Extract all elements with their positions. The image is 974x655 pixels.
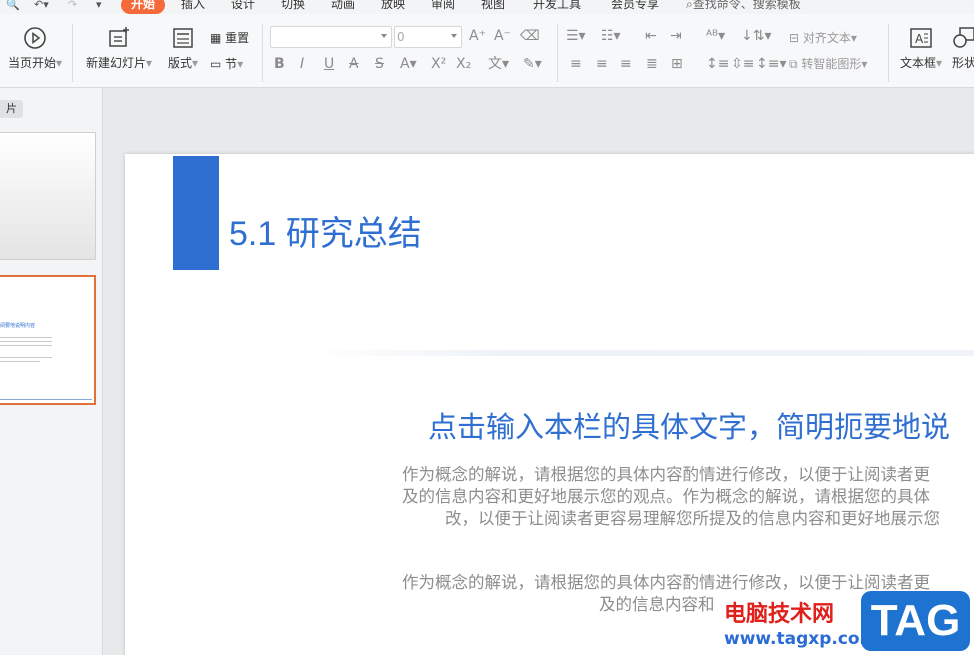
title-divider	[305, 350, 974, 356]
shape-button[interactable]: 形状	[952, 26, 974, 70]
new-slide-icon	[107, 26, 131, 50]
decrease-indent-icon[interactable]: ⇤	[645, 28, 657, 44]
tab-view[interactable]: 视图	[481, 0, 505, 14]
layout-icon	[171, 26, 195, 50]
text-box-label: 文本框	[899, 56, 936, 70]
text-box-icon: A	[909, 26, 933, 50]
new-slide-label: 新建幻灯片	[85, 56, 146, 70]
tab-design[interactable]: 设计	[231, 0, 255, 14]
watermark-tag-logo: TAG	[861, 591, 970, 651]
watermark-site-name: 电脑技术网	[724, 602, 835, 627]
menu-bar: 🔍 ↶▾ ↷ ▾ 开始 插入 设计 切换 动画 放映 审阅 视图 开发工具 会员…	[0, 0, 974, 14]
slides-tab[interactable]: 片	[0, 100, 23, 118]
subscript-icon[interactable]: X₂	[456, 56, 471, 72]
smart-art-label: 转智能图形	[801, 57, 862, 71]
slide-thumbnail-1[interactable]	[0, 132, 96, 260]
play-from-current-label: 当页开始	[7, 56, 56, 70]
layout-label: 版式	[167, 56, 192, 70]
thumbnail-2-title: 阅要地说明内容	[0, 323, 36, 329]
align-text-icon: ⊟	[789, 31, 800, 45]
smart-art-button[interactable]: ⧉ 转智能图形▾	[789, 57, 867, 71]
section-label: 节	[225, 57, 238, 71]
font-size-value: 0	[397, 30, 405, 44]
clear-format-icon[interactable]: ⌫	[520, 28, 540, 44]
line-spacing-icon[interactable]: ↕≡	[706, 56, 729, 72]
decrease-font-icon[interactable]: A⁻	[494, 28, 511, 44]
reset-button[interactable]: ▦ 重置	[210, 31, 249, 45]
shape-label: 形状	[952, 56, 974, 70]
align-center-icon[interactable]: ≡	[596, 56, 608, 72]
text-shadow-icon[interactable]: A	[349, 56, 359, 72]
tab-slideshow[interactable]: 放映	[381, 0, 405, 14]
superscript-icon[interactable]: X²	[431, 56, 446, 72]
bullets-icon[interactable]: ☰▾	[566, 28, 586, 44]
increase-font-icon[interactable]: A⁺	[469, 28, 486, 44]
play-icon	[23, 26, 47, 50]
increase-indent-icon[interactable]: ⇥	[670, 28, 682, 44]
smart-art-icon: ⧉	[789, 57, 798, 71]
search-icon: ⌕	[686, 0, 693, 11]
align-text-button[interactable]: ⊟ 对齐文本▾	[789, 31, 857, 45]
title-accent-bar	[173, 156, 219, 270]
shape-icon	[952, 26, 974, 50]
bold-icon[interactable]: B	[274, 56, 285, 72]
body-paragraph-2-line-2[interactable]: 及的信息内容和	[599, 594, 715, 616]
text-box-button[interactable]: A 文本框▾	[896, 26, 946, 70]
tab-review[interactable]: 审阅	[431, 0, 455, 14]
layout-button[interactable]: 版式▾	[164, 26, 202, 70]
tab-transitions[interactable]: 切换	[281, 0, 305, 14]
print-preview-icon[interactable]: 🔍	[6, 0, 20, 12]
body-paragraph-1-line-2[interactable]: 及的信息内容和更好地展示您的观点。作为概念的解说，请根据您的具体	[402, 486, 930, 508]
column-spacing-icon[interactable]: ↕≡▾	[756, 56, 787, 72]
body-paragraph-2-line-1[interactable]: 作为概念的解说，请根据您的具体内容酌情进行修改，以便于让阅读者更	[402, 572, 930, 594]
slide-thumbnail-2[interactable]: 阅要地说明内容	[0, 275, 96, 405]
slide-thumbnail-pane: 片 阅要地说明内容	[0, 88, 103, 655]
italic-icon[interactable]: I	[300, 56, 304, 72]
redo-icon[interactable]: ↷	[68, 0, 77, 12]
tab-insert[interactable]: 插入	[181, 0, 205, 14]
reset-icon: ▦	[210, 31, 222, 45]
sort-icon[interactable]: ↓⇅▾	[741, 28, 772, 44]
strikethrough-icon[interactable]: S	[375, 56, 384, 72]
slide-canvas: 5.1 研究总结 点击输入本栏的具体文字，简明扼要地说 作为概念的解说，请根据您…	[104, 88, 974, 655]
command-search-label: 查找命令、搜索模板	[692, 0, 801, 11]
slide-subheading[interactable]: 点击输入本栏的具体文字，简明扼要地说	[428, 404, 950, 446]
body-paragraph-1-line-3[interactable]: 改，以便于让阅读者更容易理解您所提及的信息内容和更好地展示您	[445, 508, 940, 530]
svg-text:A: A	[915, 32, 924, 46]
font-size-dropdown-icon	[451, 34, 457, 38]
align-text-label: 对齐文本	[802, 31, 851, 45]
ribbon: 当页开始▾ 新建幻灯片▾ 版式▾ ▦ 重置 ▭ 节▾ 0 A⁺ A⁻ ⌫ B I…	[0, 14, 974, 88]
reset-label: 重置	[225, 31, 250, 45]
font-size-select[interactable]: 0	[394, 26, 462, 48]
align-right-icon[interactable]: ≡	[620, 56, 632, 72]
justify-icon[interactable]: ≣	[646, 56, 658, 72]
watermark-url: www.tagxp.com	[724, 629, 878, 649]
tab-home[interactable]: 开始	[121, 0, 166, 14]
numbering-icon[interactable]: ☷▾	[601, 28, 621, 44]
highlight-icon[interactable]: ✎▾	[523, 56, 542, 72]
tab-member[interactable]: 会员专享	[611, 0, 659, 14]
font-color-icon[interactable]: A▾	[400, 56, 417, 72]
customize-quick-access-icon[interactable]: ▾	[96, 0, 102, 12]
paragraph-spacing-icon[interactable]: ⇳≡	[731, 56, 754, 72]
section-button[interactable]: ▭ 节▾	[210, 57, 243, 71]
tab-animations[interactable]: 动画	[331, 0, 355, 14]
text-direction-icon[interactable]: ᴬᴮ▾	[706, 28, 725, 44]
phonetic-guide-icon[interactable]: 文▾	[488, 56, 509, 72]
play-from-current-button[interactable]: 当页开始▾	[4, 26, 66, 70]
font-name-dropdown-icon	[381, 34, 387, 38]
underline-icon[interactable]: U	[324, 56, 334, 72]
align-left-icon[interactable]: ≡	[570, 56, 582, 72]
undo-icon[interactable]: ↶▾	[34, 0, 49, 12]
section-icon: ▭	[210, 57, 222, 71]
tab-developer[interactable]: 开发工具	[533, 0, 581, 14]
command-search[interactable]: ⌕查找命令、搜索模板	[686, 0, 801, 12]
distribute-icon[interactable]: ⊞	[671, 56, 683, 72]
font-name-select[interactable]	[270, 26, 392, 48]
new-slide-button[interactable]: 新建幻灯片▾	[82, 26, 156, 70]
body-paragraph-1-line-1[interactable]: 作为概念的解说，请根据您的具体内容酌情进行修改，以便于让阅读者更	[402, 464, 930, 486]
slide-title[interactable]: 5.1 研究总结	[229, 206, 422, 255]
slide[interactable]: 5.1 研究总结 点击输入本栏的具体文字，简明扼要地说 作为概念的解说，请根据您…	[125, 154, 974, 655]
